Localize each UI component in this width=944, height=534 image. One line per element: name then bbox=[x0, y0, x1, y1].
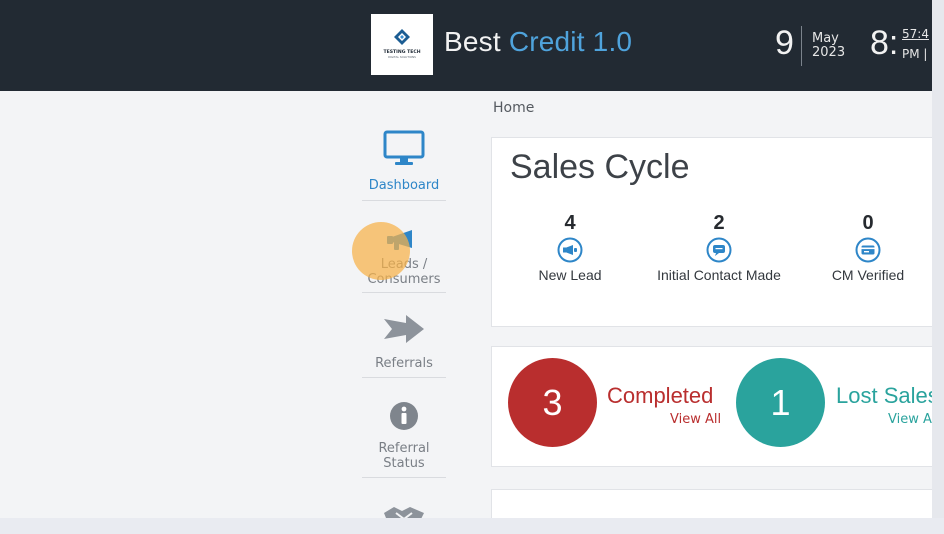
sidebar-item-label-line1: Referral bbox=[378, 441, 430, 456]
date-year: 2023 bbox=[812, 45, 846, 60]
date-day: 9 bbox=[775, 24, 794, 62]
stage-cm-verified[interactable]: 0 CM Verified bbox=[788, 212, 932, 283]
logo-brand-line2: DIGITAL SOLUTIONS bbox=[388, 55, 416, 59]
page-right-edge bbox=[932, 0, 944, 518]
clock-hour: 8: bbox=[870, 24, 899, 62]
lost-sales-title: Lost Sales bbox=[836, 383, 932, 408]
stage-new-lead[interactable]: 4 New Lead bbox=[490, 212, 650, 283]
arrow-right-icon bbox=[384, 315, 424, 343]
stage-label: New Lead bbox=[538, 267, 602, 283]
completed-count-badge[interactable]: 3 bbox=[508, 358, 597, 447]
monitor-icon bbox=[383, 130, 425, 165]
stage-count: 0 bbox=[862, 212, 874, 234]
sidebar-item-referral-status[interactable]: Referral Status bbox=[362, 401, 446, 471]
stage-initial-contact[interactable]: 2 Initial Contact Made bbox=[639, 212, 799, 283]
sidebar-item-label-line2: Status bbox=[383, 456, 425, 471]
page-bottom-edge bbox=[0, 518, 944, 534]
sidebar-divider bbox=[362, 200, 446, 201]
sidebar-divider bbox=[362, 477, 446, 478]
chat-icon bbox=[706, 237, 732, 263]
sidebar-divider bbox=[362, 377, 446, 378]
sidebar-item-partners[interactable] bbox=[362, 503, 446, 518]
sidebar-divider bbox=[362, 292, 446, 293]
megaphone-icon bbox=[557, 237, 583, 263]
date-month: May bbox=[812, 31, 839, 46]
date-divider bbox=[801, 26, 802, 66]
app-title-main: Best bbox=[444, 26, 501, 57]
top-bar: TESTING TECH DIGITAL SOLUTIONS Best Cred… bbox=[0, 0, 932, 91]
next-card bbox=[491, 489, 932, 518]
clock-minutes: 57:4 bbox=[902, 27, 929, 41]
lost-sales-view-all-link[interactable]: View All bbox=[888, 412, 932, 427]
sidebar-item-dashboard[interactable]: Dashboard bbox=[362, 130, 446, 193]
stage-count: 4 bbox=[564, 212, 576, 234]
sales-cycle-title: Sales Cycle bbox=[510, 148, 690, 186]
id-card-icon bbox=[855, 237, 881, 263]
logo-diamond-icon: TESTING TECH DIGITAL SOLUTIONS bbox=[383, 29, 421, 59]
company-logo[interactable]: TESTING TECH DIGITAL SOLUTIONS bbox=[371, 14, 433, 75]
completed-title: Completed bbox=[607, 383, 714, 408]
sidebar-item-label: Referrals bbox=[375, 356, 433, 371]
lost-sales-count-badge[interactable]: 1 bbox=[736, 358, 825, 447]
sidebar-item-referrals[interactable]: Referrals bbox=[362, 313, 446, 371]
stage-label: CM Verified bbox=[831, 267, 905, 283]
breadcrumb[interactable]: Home bbox=[493, 100, 534, 116]
info-icon bbox=[390, 402, 418, 430]
megaphone-icon bbox=[387, 230, 412, 250]
sidebar-item-label-line1: Leads / bbox=[380, 257, 428, 272]
sidebar-item-label: Dashboard bbox=[368, 178, 440, 193]
handshake-icon bbox=[384, 507, 424, 518]
app-viewport: TESTING TECH DIGITAL SOLUTIONS Best Cred… bbox=[0, 0, 932, 518]
stage-count: 2 bbox=[713, 212, 725, 234]
completed-view-all-link[interactable]: View All bbox=[670, 412, 721, 427]
stage-label: Initial Contact Made bbox=[657, 267, 781, 283]
app-title-accent: Credit 1.0 bbox=[508, 26, 633, 57]
clock-ampm: PM | bbox=[902, 47, 928, 61]
app-title: Best Credit 1.0 bbox=[444, 26, 632, 58]
sidebar-item-label-line2: Consumers bbox=[367, 272, 441, 287]
sidebar-item-leads[interactable]: Leads / Consumers bbox=[362, 228, 446, 287]
